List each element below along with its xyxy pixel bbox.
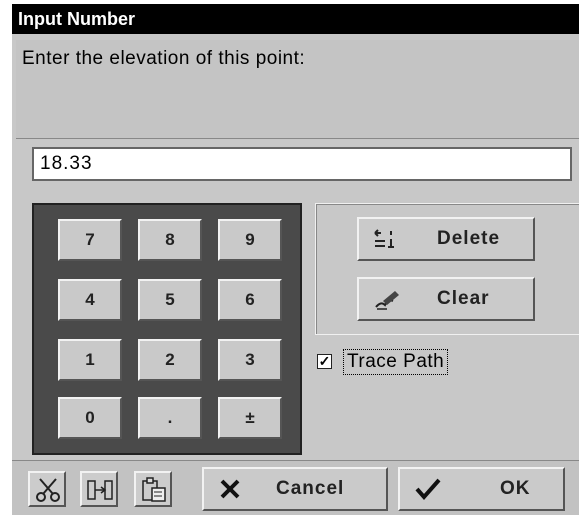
checkmark-icon bbox=[414, 477, 442, 506]
trace-path-label: Trace Path bbox=[343, 349, 449, 375]
clear-label: Clear bbox=[437, 288, 490, 309]
ok-label: OK bbox=[500, 478, 531, 499]
key-plus-minus[interactable]: ± bbox=[218, 397, 282, 439]
eraser-icon bbox=[373, 287, 401, 311]
edit-actions-panel: Delete Clear bbox=[315, 203, 579, 335]
x-icon bbox=[218, 477, 242, 506]
key-9[interactable]: 9 bbox=[218, 219, 282, 261]
bottom-toolbar: Cancel OK bbox=[12, 460, 579, 515]
delete-icon bbox=[373, 227, 401, 251]
cancel-label: Cancel bbox=[276, 478, 345, 499]
key-decimal[interactable]: . bbox=[138, 397, 202, 439]
key-8[interactable]: 8 bbox=[138, 219, 202, 261]
key-6[interactable]: 6 bbox=[218, 279, 282, 321]
cancel-button[interactable]: Cancel bbox=[202, 467, 388, 511]
cut-button[interactable] bbox=[28, 471, 66, 507]
delete-label: Delete bbox=[437, 228, 501, 249]
key-5[interactable]: 5 bbox=[138, 279, 202, 321]
key-4[interactable]: 4 bbox=[58, 279, 122, 321]
key-2[interactable]: 2 bbox=[138, 339, 202, 381]
key-7[interactable]: 7 bbox=[58, 219, 122, 261]
copy-button[interactable] bbox=[80, 471, 118, 507]
key-0[interactable]: 0 bbox=[58, 397, 122, 439]
input-number-dialog: Input Number Enter the elevation of this… bbox=[12, 4, 579, 515]
numeric-keypad: 7 8 9 4 5 6 1 2 3 0 . ± bbox=[32, 203, 302, 455]
paste-button[interactable] bbox=[134, 471, 172, 507]
delete-button[interactable]: Delete bbox=[357, 217, 535, 261]
key-1[interactable]: 1 bbox=[58, 339, 122, 381]
prompt-text: Enter the elevation of this point: bbox=[22, 48, 306, 69]
prompt-area: Enter the elevation of this point: bbox=[16, 40, 579, 139]
title-bar: Input Number bbox=[12, 4, 579, 34]
ok-button[interactable]: OK bbox=[398, 467, 565, 511]
window-title: Input Number bbox=[18, 9, 135, 29]
key-3[interactable]: 3 bbox=[218, 339, 282, 381]
clear-button[interactable]: Clear bbox=[357, 277, 535, 321]
trace-path-checkbox[interactable]: ✓ bbox=[317, 354, 332, 369]
number-input[interactable] bbox=[32, 147, 572, 181]
